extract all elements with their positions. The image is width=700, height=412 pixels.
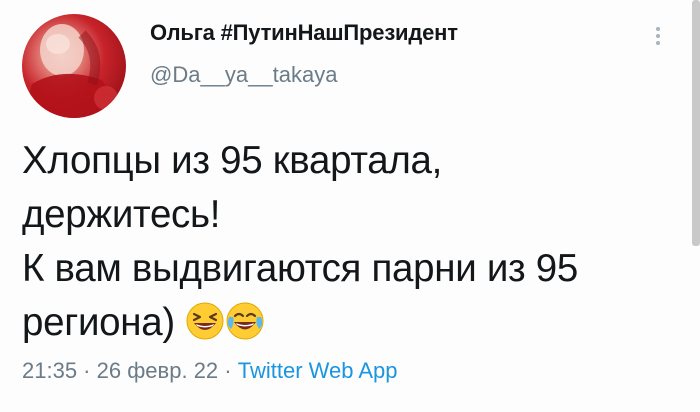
squinting-laughing-face-emoji-icon — [185, 301, 225, 341]
tweet-line: региона) — [22, 301, 175, 344]
separator: · — [218, 358, 238, 383]
profile-photo-icon — [22, 24, 126, 118]
tweet-line: держитесь! — [22, 193, 221, 236]
vertical-ellipsis-icon[interactable] — [650, 24, 666, 60]
source-app-link[interactable]: Twitter Web App — [238, 358, 398, 383]
tweet-text: Хлопцы из 95 квартала, держитесь! К вам … — [22, 134, 682, 350]
author-handle[interactable]: @Da__ya__takaya — [150, 62, 337, 88]
face-with-tears-of-joy-emoji-icon — [225, 301, 265, 341]
separator: · — [77, 358, 97, 383]
tweet-date[interactable]: 26 февр. 22 — [97, 358, 219, 383]
tweet-card: Ольга #ПутинНашПрезидент @Da__ya__takaya… — [0, 0, 700, 412]
tweet-line-with-emojis: региона) — [22, 296, 682, 350]
tweet-line: Хлопцы из 95 квартала, — [22, 139, 443, 182]
tweet-time[interactable]: 21:35 — [22, 358, 77, 383]
author-display-name[interactable]: Ольга #ПутинНашПрезидент — [150, 20, 458, 46]
avatar[interactable] — [22, 14, 126, 118]
tweet-line: К вам выдвигаются парни из 95 — [22, 247, 579, 290]
tweet-metadata: 21:35 · 26 февр. 22 · Twitter Web App — [22, 358, 398, 384]
scrollbar[interactable] — [692, 0, 700, 246]
